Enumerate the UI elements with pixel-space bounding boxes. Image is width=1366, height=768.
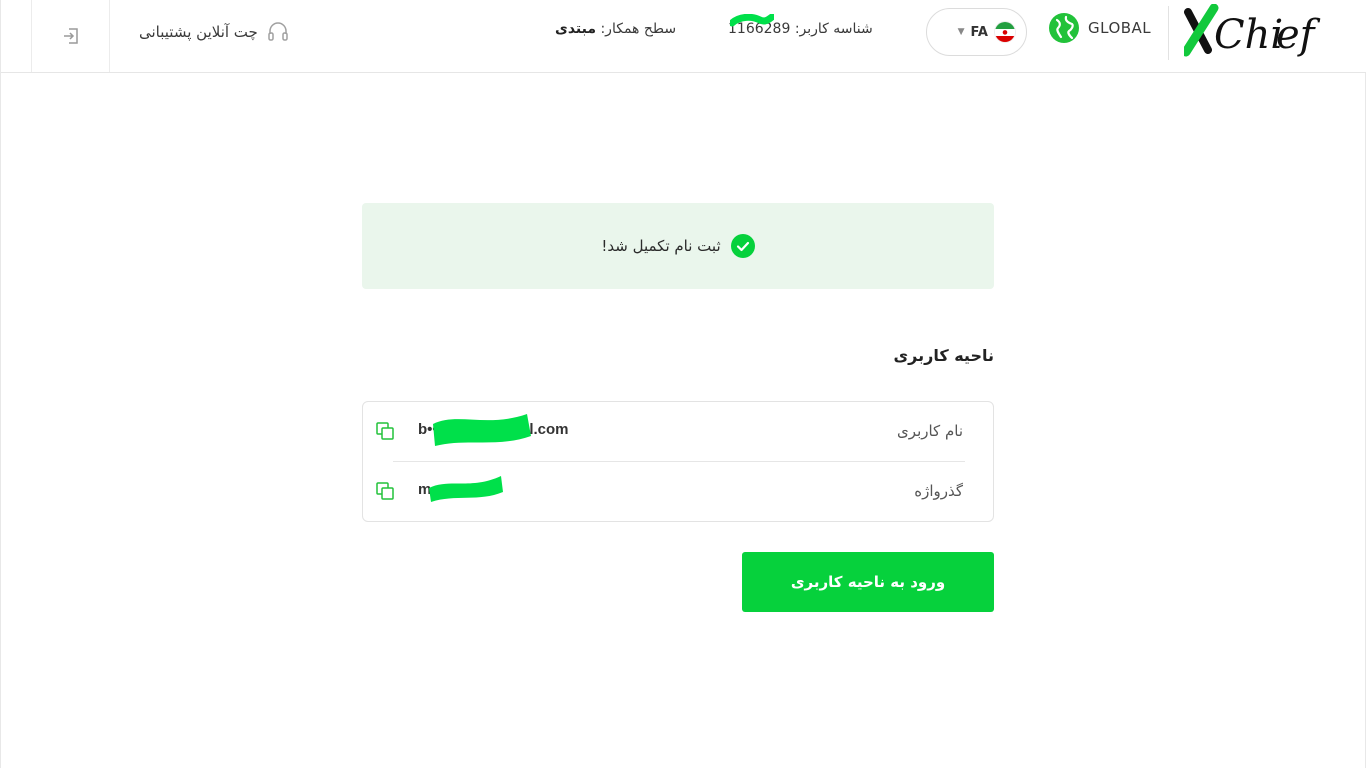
support-chat-label: چت آنلاین پشتیبانی xyxy=(139,23,258,41)
headset-icon xyxy=(268,22,288,41)
partner-level: سطح همکار: مبتدی xyxy=(555,21,676,37)
partner-level-value: مبتدی xyxy=(555,21,597,37)
iran-flag-icon: ● xyxy=(994,21,1016,43)
chevron-down-icon: ▼ xyxy=(957,27,965,37)
svg-text:ef: ef xyxy=(1276,12,1321,58)
redaction-mark xyxy=(429,476,503,502)
svg-text:Chi: Chi xyxy=(1214,12,1283,58)
header-divider xyxy=(1168,6,1169,60)
user-id-label: شناسه کاربر: xyxy=(794,21,873,37)
page: چت آنلاین پشتیبانی سطح همکار: مبتدی شناس… xyxy=(0,0,1366,768)
redaction-mark xyxy=(730,14,774,27)
logout-button[interactable] xyxy=(31,0,110,72)
support-chat-link[interactable]: چت آنلاین پشتیبانی xyxy=(139,20,290,44)
credentials-card: b••••••••••@gmail.com نام کاربری m•••••z… xyxy=(362,401,994,522)
logout-icon xyxy=(63,28,78,44)
password-row: m•••••znd گذرواژه xyxy=(363,462,993,522)
username-label: نام کاربری xyxy=(897,422,963,440)
success-banner: ثبت نام تکمیل شد! xyxy=(362,203,994,289)
language-selector[interactable]: ▼ FA ● xyxy=(926,8,1027,56)
redaction-mark xyxy=(433,414,531,446)
enter-account-button[interactable]: ورود به ناحیه کاربری xyxy=(742,552,994,612)
success-message: ثبت نام تکمیل شد! xyxy=(601,237,721,255)
username-row: b••••••••••@gmail.com نام کاربری xyxy=(363,402,993,462)
region-label: GLOBAL xyxy=(1088,19,1152,37)
partner-level-label: سطح همکار: xyxy=(600,21,677,37)
globe-icon xyxy=(1049,13,1079,43)
top-header: چت آنلاین پشتیبانی سطح همکار: مبتدی شناس… xyxy=(1,0,1366,73)
section-title: ناحیه کاربری xyxy=(893,346,995,365)
copy-icon[interactable] xyxy=(375,421,395,441)
xchief-logo[interactable]: Chi ef xyxy=(1184,4,1329,60)
language-code: FA xyxy=(970,24,988,40)
password-label: گذرواژه xyxy=(914,482,963,500)
copy-icon[interactable] xyxy=(375,481,395,501)
check-circle-icon xyxy=(730,234,755,258)
region-selector[interactable]: GLOBAL xyxy=(1048,12,1151,44)
